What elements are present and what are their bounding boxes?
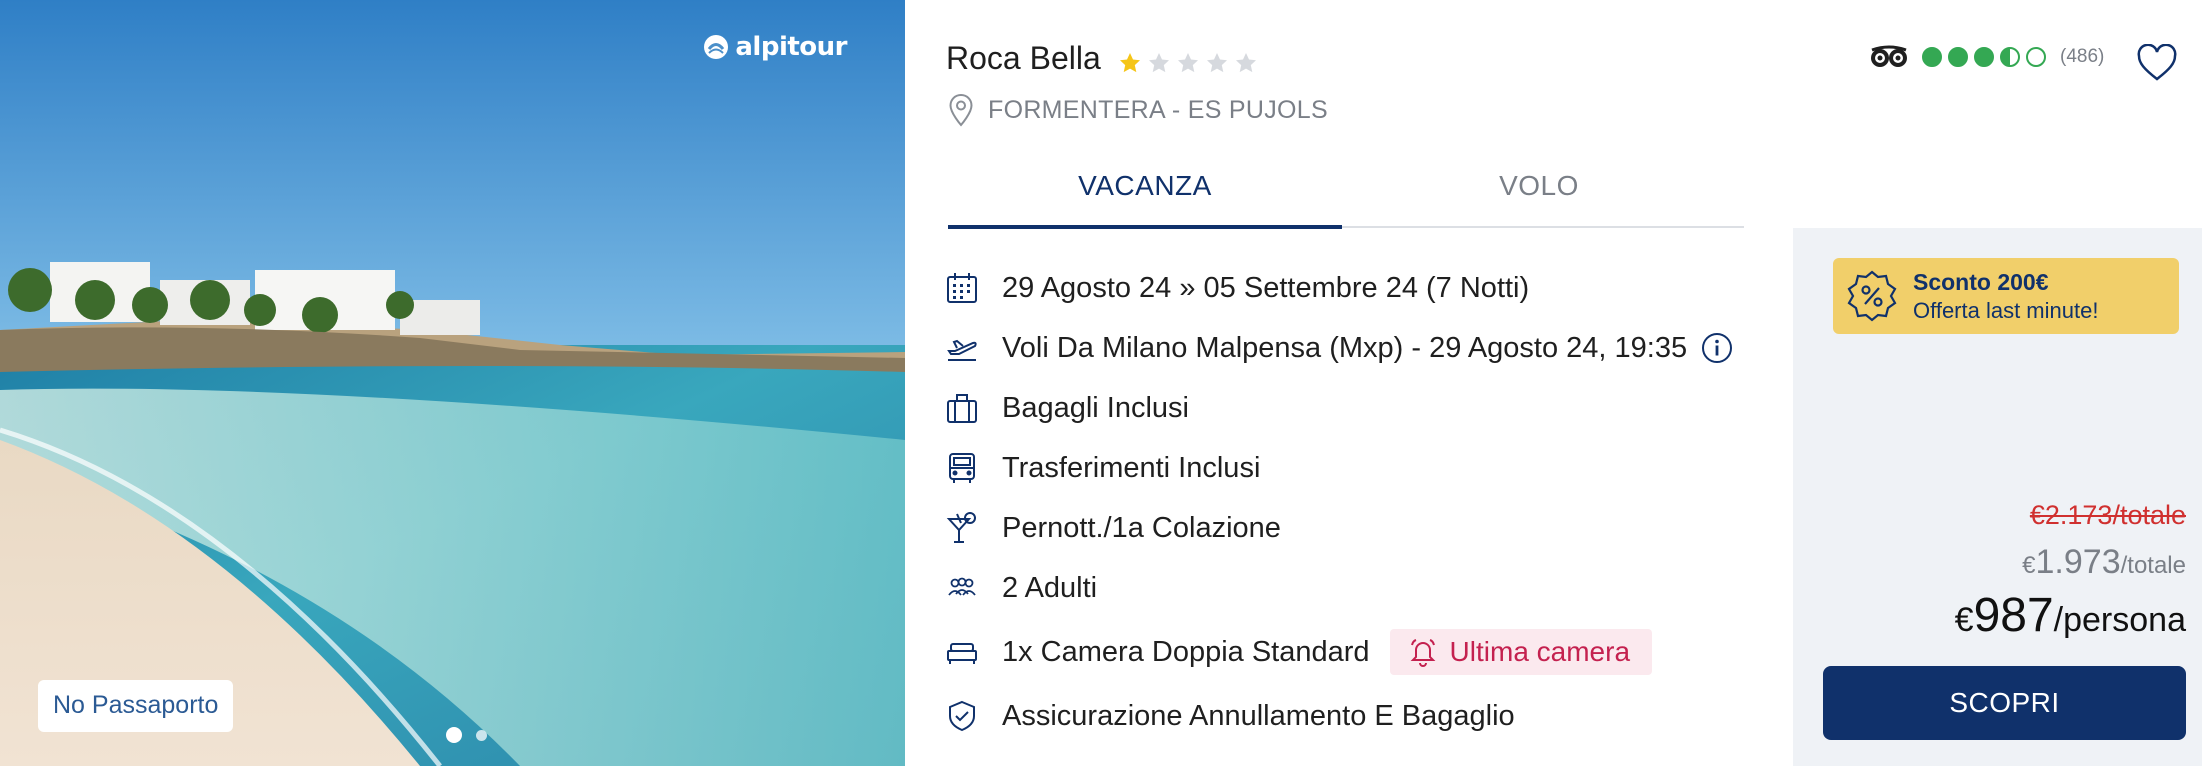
- price-panel: Sconto 200€ Offerta last minute! €2.173/…: [1793, 228, 2202, 766]
- detail-guests: 2 Adulti: [944, 566, 1097, 610]
- review-count: (486): [2060, 46, 2105, 67]
- discount-badge-icon: [1847, 270, 1897, 322]
- hotel-photo[interactable]: alpitour No Passaporto: [0, 0, 905, 766]
- bed-icon: [944, 634, 980, 670]
- tripadvisor-rating[interactable]: (486): [1870, 44, 2104, 70]
- detail-transfer: Trasferimenti Inclusi: [944, 446, 1260, 490]
- old-total-price: €2.173/totale: [2029, 500, 2186, 530]
- detail-luggage-text: Bagagli Inclusi: [1002, 391, 1189, 424]
- detail-insurance-text: Assicurazione Annullamento E Bagaglio: [1002, 699, 1515, 732]
- last-room-tag: Ultima camera: [1389, 629, 1653, 675]
- promo-title: Sconto 200€: [1913, 268, 2049, 295]
- no-passport-badge: No Passaporto: [38, 680, 234, 732]
- luggage-icon: [944, 390, 980, 426]
- tabs: VACANZA VOLO: [948, 160, 1744, 229]
- alpitour-logo-mark-icon: [704, 35, 729, 59]
- bus-icon: [944, 450, 980, 486]
- bell-icon: [1410, 639, 1435, 667]
- info-icon[interactable]: [1701, 332, 1733, 364]
- star-icon-empty: [1149, 53, 1169, 73]
- rating-bubble-full: [1974, 47, 1994, 67]
- tab-vacanza[interactable]: VACANZA: [948, 160, 1342, 229]
- detail-board-text: Pernott./1a Colazione: [1002, 511, 1281, 544]
- people-icon: [944, 570, 980, 606]
- detail-flight: Voli Da Milano Malpensa (Mxp) - 29 Agost…: [944, 326, 1733, 370]
- star-icon-filled: [1120, 53, 1140, 73]
- brand-name: alpitour: [735, 32, 847, 62]
- carousel-dot-1[interactable]: [446, 727, 462, 743]
- detail-guests-text: 2 Adulti: [1002, 571, 1098, 604]
- scopri-button[interactable]: SCOPRI: [1823, 666, 2186, 740]
- per-person-price: €987/persona: [1955, 588, 2186, 643]
- star-icon-empty: [1207, 53, 1227, 73]
- detail-transfer-text: Trasferimenti Inclusi: [1002, 451, 1261, 484]
- per-person-currency: €: [1954, 601, 1974, 639]
- total-price-value: 1.973: [2035, 543, 2121, 581]
- tab-volo[interactable]: VOLO: [1342, 160, 1736, 226]
- detail-luggage: Bagagli Inclusi: [944, 386, 1189, 430]
- carousel-dots[interactable]: [446, 727, 487, 743]
- rating-bubble-full: [1922, 47, 1942, 67]
- star-rating: [1118, 51, 1258, 75]
- hotel-name[interactable]: Roca Bella: [946, 40, 1101, 77]
- total-price-currency: €: [2022, 552, 2036, 579]
- total-price: €1.973/totale: [2022, 543, 2186, 582]
- rating-bubble-half: [2000, 47, 2020, 67]
- last-room-label: Ultima camera: [1449, 636, 1631, 667]
- rating-bubble-full: [1948, 47, 1968, 67]
- plane-departure-icon: [944, 330, 980, 366]
- map-pin-icon: [949, 93, 973, 127]
- cocktail-icon: [944, 510, 980, 546]
- hotel-location: FORMENTERA - ES PUJOLS: [948, 93, 1328, 127]
- detail-dates: 29 Agosto 24 » 05 Settembre 24 (7 Notti): [944, 266, 1529, 310]
- detail-room: 1x Camera Doppia Standard Ultima camera: [944, 629, 1653, 675]
- star-icon-empty: [1178, 53, 1198, 73]
- calendar-icon: [944, 270, 980, 306]
- per-person-suffix: /persona: [2053, 601, 2186, 639]
- detail-dates-text: 29 Agosto 24 » 05 Settembre 24 (7 Notti): [1002, 271, 1530, 304]
- alpitour-logo: alpitour: [703, 32, 847, 62]
- detail-board: Pernott./1a Colazione: [944, 506, 1281, 550]
- beach-photo: [0, 0, 905, 766]
- carousel-dot-2[interactable]: [476, 729, 487, 741]
- favorite-heart-icon[interactable]: [2136, 44, 2178, 82]
- detail-insurance: Assicurazione Annullamento E Bagaglio: [944, 694, 1515, 738]
- star-icon-empty: [1236, 53, 1256, 73]
- per-person-value: 987: [1973, 589, 2054, 642]
- total-price-suffix: /totale: [2120, 552, 2186, 579]
- detail-room-text: 1x Camera Doppia Standard: [1002, 635, 1370, 668]
- detail-flight-text: Voli Da Milano Malpensa (Mxp) - 29 Agost…: [1002, 331, 1688, 364]
- location-label: FORMENTERA - ES PUJOLS: [988, 95, 1328, 124]
- promo-banner: Sconto 200€ Offerta last minute!: [1833, 258, 2179, 334]
- tripadvisor-owl-icon: [1871, 45, 1907, 67]
- rating-bubble-empty: [2026, 47, 2046, 67]
- promo-subtitle: Offerta last minute!: [1913, 297, 2099, 323]
- shield-check-icon: [944, 698, 980, 734]
